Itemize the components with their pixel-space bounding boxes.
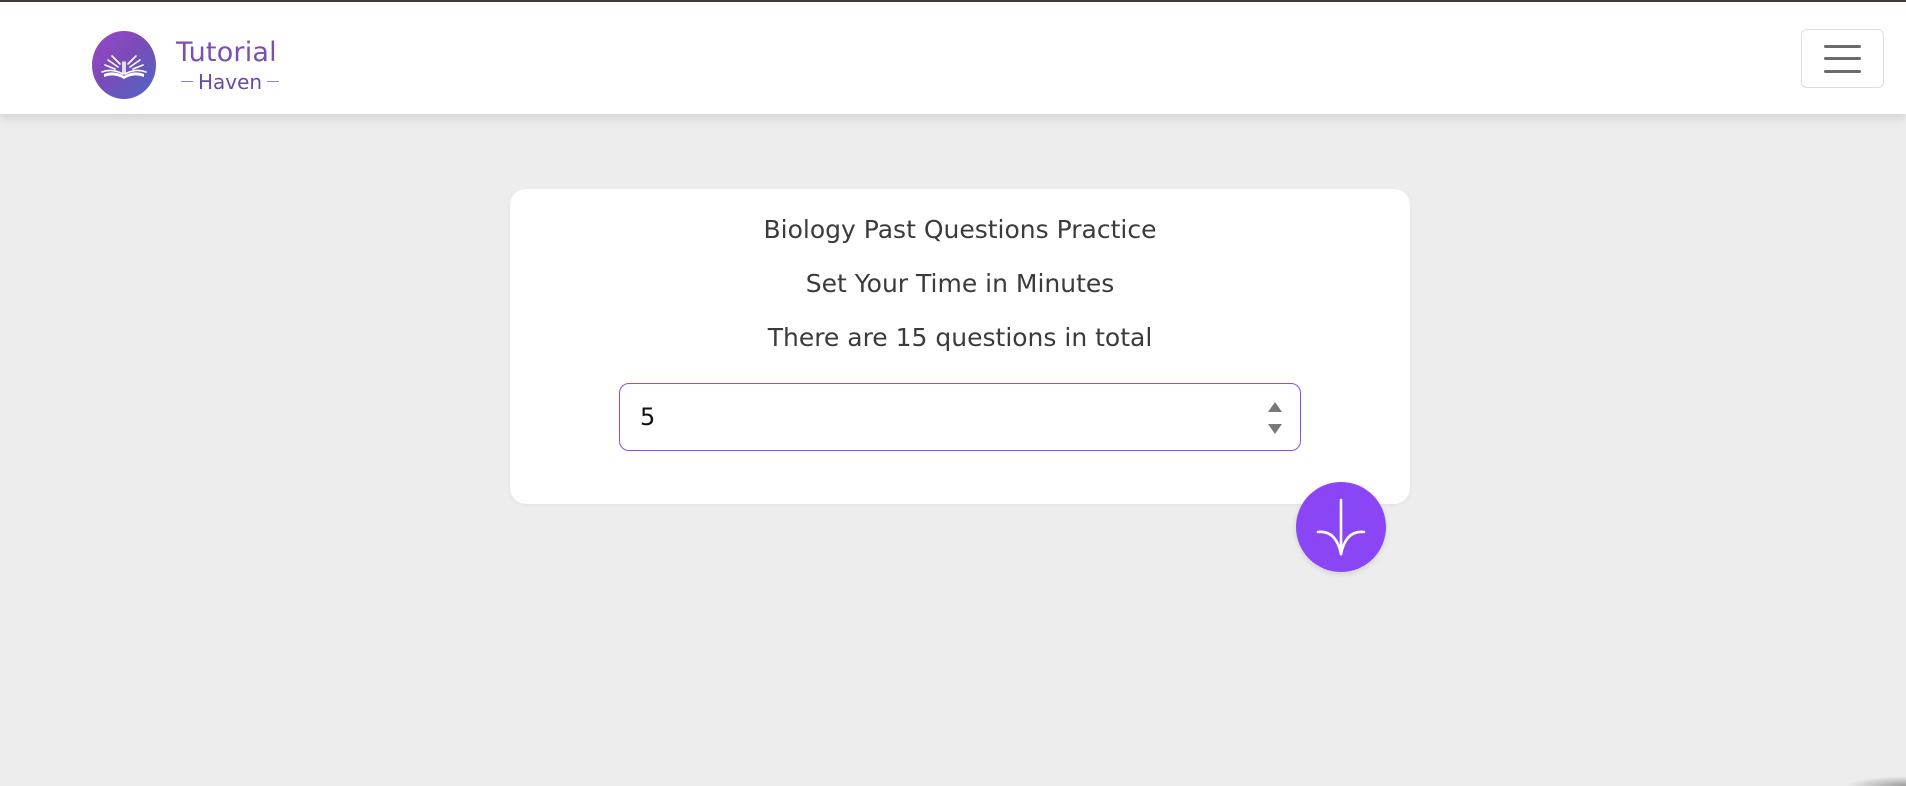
hamburger-menu-icon xyxy=(1824,44,1861,73)
brand-subtitle-row: Haven xyxy=(176,72,284,92)
brand-logo-link[interactable]: Tutorial Haven xyxy=(92,31,284,99)
number-stepper[interactable] xyxy=(1268,402,1282,434)
top-navbar: Tutorial Haven xyxy=(0,2,1906,114)
sprout-arrow-icon xyxy=(1316,498,1366,556)
minutes-value: 5 xyxy=(640,403,656,431)
brand-dash-left xyxy=(181,81,193,82)
start-practice-button[interactable] xyxy=(1296,482,1386,572)
practice-title: Biology Past Questions Practice xyxy=(763,215,1157,244)
brand-subtitle: Haven xyxy=(198,69,263,94)
page-corner-shadow xyxy=(1846,776,1906,786)
logo-badge xyxy=(92,31,156,99)
time-instruction: Set Your Time in Minutes xyxy=(805,269,1115,298)
hamburger-bar xyxy=(1824,44,1861,48)
stepper-down-icon[interactable] xyxy=(1268,424,1282,434)
practice-setup-card: Biology Past Questions Practice Set Your… xyxy=(510,189,1410,504)
brand-text: Tutorial Haven xyxy=(176,39,284,92)
hamburger-bar xyxy=(1824,69,1861,73)
hamburger-bar xyxy=(1824,57,1861,60)
brand-dash-right xyxy=(267,81,280,82)
minutes-input[interactable]: 5 xyxy=(619,383,1301,451)
open-book-icon xyxy=(101,55,147,79)
menu-toggle-button[interactable] xyxy=(1801,29,1884,88)
brand-name: Tutorial xyxy=(176,36,277,68)
question-count-text: There are 15 questions in total xyxy=(767,323,1153,352)
stepper-up-icon[interactable] xyxy=(1268,402,1282,412)
